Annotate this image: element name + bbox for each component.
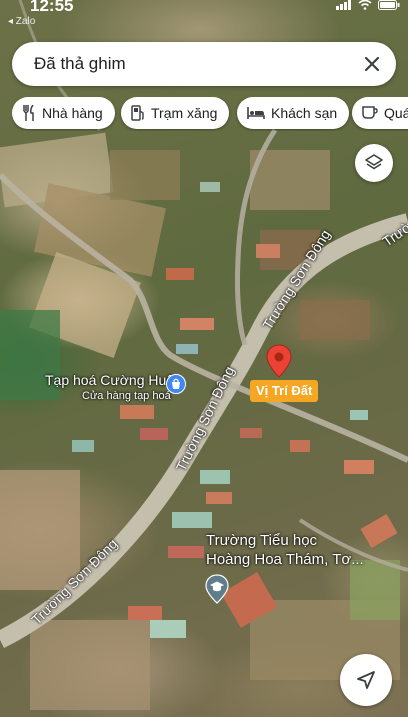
school-name-label[interactable]: Trường Tiểu học [206,532,317,549]
search-bar[interactable]: Đã thả ghim [12,42,396,86]
status-time: 12:55 [30,0,74,15]
building [290,440,310,452]
chip-restaurants[interactable]: Nhà hàng [12,97,115,129]
building [240,428,262,438]
chip-label: Trạm xăng [151,105,218,121]
shopping-bag-icon[interactable] [166,374,186,394]
school-icon[interactable] [205,574,229,604]
back-to-app-link[interactable]: ◂ Zalo [8,16,35,27]
shop-category-label: Cửa hàng tạp hoá [82,390,171,402]
chip-label: Nhà hàng [42,105,103,121]
building [150,620,186,638]
building [140,428,168,440]
close-icon[interactable] [358,50,386,78]
status-bar: 12:55 ◂ Zalo [0,0,408,30]
building [344,460,374,474]
building [72,440,94,452]
building [256,244,280,258]
wifi-icon [358,0,372,10]
building [180,318,214,330]
building [166,268,194,280]
chip-label: Quán [384,105,408,121]
building [168,546,204,558]
building [176,344,198,354]
hotel-icon [247,107,265,119]
map-pin-icon[interactable] [266,344,292,378]
system-icons [336,0,400,10]
search-query-text[interactable]: Đã thả ghim [34,54,126,74]
battery-icon [378,0,400,10]
pin-label[interactable]: Vị Trí Đất [250,380,319,402]
shop-name-label[interactable]: Tạp hoá Cường Huệ [45,372,174,388]
chip-gas-stations[interactable]: Trạm xăng [121,97,230,129]
navigation-arrow-icon [357,671,375,689]
cafe-icon [362,106,378,119]
chip-label: Khách sạn [271,105,338,121]
school-name-label-line2: Hoàng Hoa Thám, Tơ... [206,551,364,568]
category-chips: Nhà hàng Trạm xăng Khách sạn Quán [12,97,408,131]
building [350,410,368,420]
layers-icon [365,154,383,170]
chip-cafes[interactable]: Quán [352,97,408,129]
gas-station-icon [131,105,144,121]
building [128,606,162,620]
building [120,405,154,419]
building [200,182,220,192]
my-location-button[interactable] [340,654,392,706]
restaurant-icon [23,105,34,121]
building [200,470,230,484]
building [172,512,212,528]
chip-hotels[interactable]: Khách sạn [237,97,350,129]
layers-button[interactable] [355,144,393,182]
signal-icon [336,0,351,10]
building [206,492,232,504]
